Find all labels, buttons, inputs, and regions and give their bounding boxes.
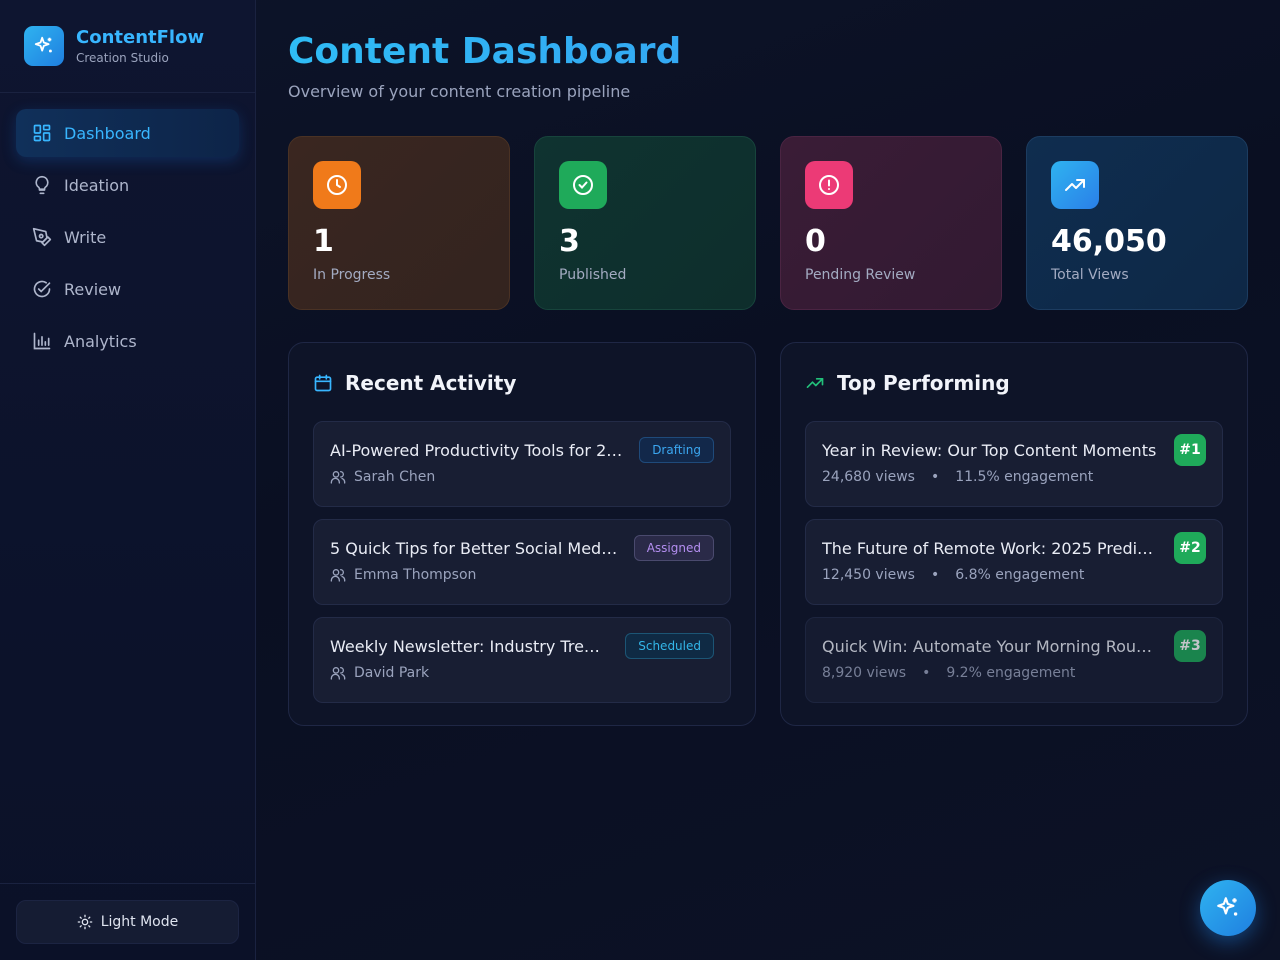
sidebar-item-ideation[interactable]: Ideation bbox=[16, 161, 239, 209]
activity-title: Weekly Newsletter: Industry Tre… bbox=[330, 636, 600, 656]
activity-item[interactable]: Weekly Newsletter: Industry Tre… Schedul… bbox=[313, 617, 731, 703]
stat-label: Total Views bbox=[1051, 267, 1129, 283]
stat-value: 0 bbox=[805, 224, 826, 259]
activity-author: David Park bbox=[354, 665, 430, 681]
alert-circle-icon bbox=[805, 161, 853, 209]
stat-label: Published bbox=[559, 267, 627, 283]
brand[interactable]: ContentFlow Creation Studio bbox=[0, 0, 255, 93]
stat-label: In Progress bbox=[313, 267, 391, 283]
grid-icon bbox=[32, 123, 52, 143]
brand-name: ContentFlow bbox=[76, 27, 205, 48]
sidebar-item-label: Dashboard bbox=[64, 123, 151, 143]
sidebar: ContentFlow Creation Studio Dashboard Id… bbox=[0, 0, 256, 960]
page-title: Content Dashboard bbox=[288, 32, 1248, 72]
panel-title: Top Performing bbox=[837, 371, 1010, 395]
top-item[interactable]: The Future of Remote Work: 2025 Predi… #… bbox=[805, 519, 1223, 605]
separator: • bbox=[922, 665, 931, 681]
sidebar-item-dashboard[interactable]: Dashboard bbox=[16, 109, 239, 157]
ai-assistant-button[interactable] bbox=[1200, 880, 1256, 936]
pen-icon bbox=[32, 227, 52, 247]
page-subtitle: Overview of your content creation pipeli… bbox=[288, 82, 631, 101]
sidebar-footer: Light Mode bbox=[0, 883, 255, 960]
bar-chart-icon bbox=[32, 331, 52, 351]
stat-label: Pending Review bbox=[805, 267, 916, 283]
sidebar-item-write[interactable]: Write bbox=[16, 213, 239, 261]
top-item[interactable]: Year in Review: Our Top Content Moments … bbox=[805, 421, 1223, 507]
users-icon bbox=[330, 469, 346, 485]
sidebar-item-review[interactable]: Review bbox=[16, 265, 239, 313]
rank-badge: #3 bbox=[1174, 630, 1206, 662]
status-badge: Assigned bbox=[633, 535, 714, 561]
stat-value: 1 bbox=[313, 224, 334, 259]
activity-item[interactable]: 5 Quick Tips for Better Social Med… Assi… bbox=[313, 519, 731, 605]
panels-row: Recent Activity AI-Powered Productivity … bbox=[288, 342, 1248, 726]
stat-value: 46,050 bbox=[1051, 224, 1167, 259]
brand-subtitle: Creation Studio bbox=[76, 51, 169, 65]
top-item-engagement: 11.5% engagement bbox=[955, 469, 1094, 485]
status-badge: Drafting bbox=[639, 437, 714, 463]
users-icon bbox=[330, 567, 346, 583]
sidebar-item-label: Ideation bbox=[64, 175, 130, 195]
stat-card-pending-review[interactable]: 0 Pending Review bbox=[780, 136, 1002, 310]
top-item[interactable]: Quick Win: Automate Your Morning Rou… #3… bbox=[805, 617, 1223, 703]
users-icon bbox=[330, 665, 346, 681]
sidebar-nav: Dashboard Ideation Write Review Analytic… bbox=[0, 93, 255, 385]
main-content: Content Dashboard Overview of your conte… bbox=[256, 0, 1280, 960]
lightbulb-icon bbox=[32, 175, 52, 195]
sidebar-item-label: Analytics bbox=[64, 331, 137, 351]
sidebar-item-label: Review bbox=[64, 279, 122, 299]
check-circle-icon bbox=[32, 279, 52, 299]
stat-card-in-progress[interactable]: 1 In Progress bbox=[288, 136, 510, 310]
calendar-icon bbox=[313, 373, 333, 393]
panel-title: Recent Activity bbox=[345, 371, 517, 395]
top-item-title: Year in Review: Our Top Content Moments bbox=[822, 440, 1157, 460]
clock-icon bbox=[313, 161, 361, 209]
check-circle-icon bbox=[559, 161, 607, 209]
activity-item[interactable]: AI-Powered Productivity Tools for 2… Dra… bbox=[313, 421, 731, 507]
top-performing-panel: Top Performing Year in Review: Our Top C… bbox=[780, 342, 1248, 726]
top-item-views: 8,920 views bbox=[822, 665, 907, 681]
stat-card-published[interactable]: 3 Published bbox=[534, 136, 756, 310]
activity-author: Emma Thompson bbox=[354, 567, 477, 583]
top-item-title: Quick Win: Automate Your Morning Rou… bbox=[822, 636, 1153, 656]
top-item-views: 24,680 views bbox=[822, 469, 915, 485]
sparkles-icon bbox=[24, 26, 64, 66]
light-mode-label: Light Mode bbox=[100, 914, 179, 930]
light-mode-button[interactable]: Light Mode bbox=[16, 900, 239, 944]
activity-list: AI-Powered Productivity Tools for 2… Dra… bbox=[313, 421, 731, 703]
activity-author: Sarah Chen bbox=[354, 469, 436, 485]
top-item-title: The Future of Remote Work: 2025 Predi… bbox=[822, 538, 1154, 558]
trending-up-icon bbox=[805, 373, 825, 393]
separator: • bbox=[930, 567, 940, 583]
separator: • bbox=[930, 469, 940, 485]
top-list: Year in Review: Our Top Content Moments … bbox=[805, 421, 1223, 703]
stat-value: 3 bbox=[559, 224, 580, 259]
sidebar-item-analytics[interactable]: Analytics bbox=[16, 317, 239, 365]
top-item-engagement: 9.2% engagement bbox=[946, 665, 1076, 681]
top-item-views: 12,450 views bbox=[822, 567, 915, 583]
sparkles-icon bbox=[1215, 895, 1241, 921]
activity-title: AI-Powered Productivity Tools for 2… bbox=[330, 440, 623, 460]
stats-row: 1 In Progress 3 Published 0 Pending Revi… bbox=[288, 136, 1248, 310]
activity-title: 5 Quick Tips for Better Social Med… bbox=[330, 538, 618, 558]
rank-badge: #2 bbox=[1174, 532, 1206, 564]
recent-activity-panel: Recent Activity AI-Powered Productivity … bbox=[288, 342, 756, 726]
sidebar-item-label: Write bbox=[64, 227, 107, 247]
trending-up-icon bbox=[1051, 161, 1099, 209]
app-root: ContentFlow Creation Studio Dashboard Id… bbox=[0, 0, 1280, 960]
rank-badge: #1 bbox=[1174, 434, 1206, 466]
status-badge: Scheduled bbox=[625, 633, 714, 659]
top-item-engagement: 6.8% engagement bbox=[955, 567, 1085, 583]
sun-icon bbox=[77, 914, 93, 930]
stat-card-total-views[interactable]: 46,050 Total Views bbox=[1026, 136, 1248, 310]
